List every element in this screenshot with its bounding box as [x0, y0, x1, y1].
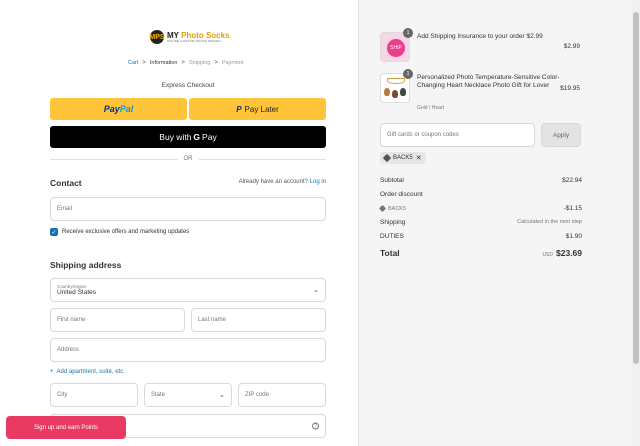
- chevron-down-icon: ⌄: [219, 392, 225, 399]
- chevron-right-icon: >: [142, 60, 146, 66]
- duties-row: DUTIES $1.90: [380, 233, 582, 240]
- necklace-thumbnail: 1: [380, 69, 413, 103]
- checkbox-checked-icon[interactable]: ✓: [50, 228, 58, 236]
- shipping-insurance-thumbnail: SHIP 1: [380, 28, 413, 62]
- country-select[interactable]: Country/region United States ⌄: [50, 278, 326, 302]
- breadcrumb: Cart > Information > Shipping > Payment: [128, 60, 244, 66]
- subtotal-row: Subtotal $22.94: [380, 177, 582, 184]
- item-title: Personalized Photo Temperature-Sensitive…: [417, 74, 560, 90]
- order-summary-panel: SHIP 1 Add Shipping Insurance to your or…: [358, 0, 640, 446]
- heart-pendant-icon: [400, 88, 406, 96]
- last-name-field[interactable]: Last name: [191, 308, 326, 332]
- address-field[interactable]: Address: [50, 338, 326, 362]
- city-field[interactable]: City: [50, 383, 138, 407]
- or-divider: OR: [50, 156, 326, 162]
- coupon-input[interactable]: Gift cards or coupon codes: [380, 123, 535, 147]
- chevron-right-icon: >: [181, 60, 185, 66]
- shipping-row: Shipping Calculated in the next step: [380, 219, 582, 226]
- info-icon[interactable]: ?: [312, 422, 319, 430]
- paypal-button[interactable]: Pay Pal: [50, 98, 187, 120]
- breadcrumb-shipping: Shipping: [188, 60, 211, 66]
- google-icon: G: [193, 132, 201, 142]
- chevron-down-icon: ⌄: [313, 287, 319, 294]
- apply-button[interactable]: Apply: [541, 123, 581, 147]
- store-logo[interactable]: MPS MY Photo Socks ONLINE CUSTOM SOCKS D…: [149, 28, 230, 46]
- breadcrumb-cart[interactable]: Cart: [128, 60, 138, 66]
- order-discount-row: Order discount: [380, 191, 423, 198]
- discount-code-row: BACK5 -$1.15: [378, 204, 582, 213]
- contact-heading: Contact: [50, 178, 82, 188]
- chain-icon: [387, 78, 405, 84]
- quantity-badge: 1: [403, 28, 413, 38]
- zip-field[interactable]: ZIP code: [238, 383, 326, 407]
- chevron-right-icon: >: [214, 60, 218, 66]
- total-row: Total USD $23.69: [380, 248, 582, 258]
- item-variant: Gold / Heart: [417, 105, 444, 111]
- state-select[interactable]: State ⌄: [144, 383, 232, 407]
- quantity-badge: 1: [403, 69, 413, 79]
- page-scrollbar[interactable]: [632, 0, 640, 446]
- scrollbar-thumb[interactable]: [633, 12, 639, 364]
- signup-earn-points-button[interactable]: Sign up and earn Points: [6, 416, 126, 439]
- plus-icon: +: [50, 369, 54, 375]
- express-checkout-title: Express Checkout: [161, 82, 215, 89]
- checkout-form-panel: MPS MY Photo Socks ONLINE CUSTOM SOCKS D…: [0, 0, 358, 446]
- login-link[interactable]: Log in: [310, 179, 326, 185]
- heart-pendant-icon: [392, 90, 398, 98]
- tag-icon: [378, 204, 387, 213]
- item-price: $2.99: [563, 43, 580, 50]
- breadcrumb-information: Information: [149, 60, 178, 66]
- logo-subtitle: ONLINE CUSTOM SOCKS DESIGN: [167, 38, 221, 43]
- tag-icon: [382, 153, 392, 163]
- paypal-icon: P: [236, 104, 242, 114]
- breadcrumb-payment: Payment: [221, 60, 244, 66]
- heart-pendant-icon: [384, 88, 390, 96]
- email-field[interactable]: Email: [50, 197, 326, 221]
- logo-mark-icon: MPS: [149, 30, 165, 44]
- add-apartment-link[interactable]: + Add apartment, suite, etc.: [50, 369, 125, 375]
- first-name-field[interactable]: First name: [50, 308, 185, 332]
- shield-icon: SHIP: [387, 39, 405, 57]
- close-icon[interactable]: ✕: [416, 154, 422, 162]
- item-title: Add Shipping Insurance to your order $2.…: [417, 33, 543, 40]
- discount-code-chip: BACK5 ✕: [380, 152, 426, 164]
- marketing-opt-in[interactable]: ✓ Receive exclusive offers and marketing…: [50, 228, 189, 236]
- shipping-address-heading: Shipping address: [50, 260, 122, 270]
- item-price: $19.95: [560, 85, 580, 92]
- have-account-text: Already have an account? Log in: [238, 179, 326, 185]
- google-pay-button[interactable]: Buy with G Pay: [50, 126, 326, 148]
- paypal-pay-later-button[interactable]: P Pay Later: [189, 98, 326, 120]
